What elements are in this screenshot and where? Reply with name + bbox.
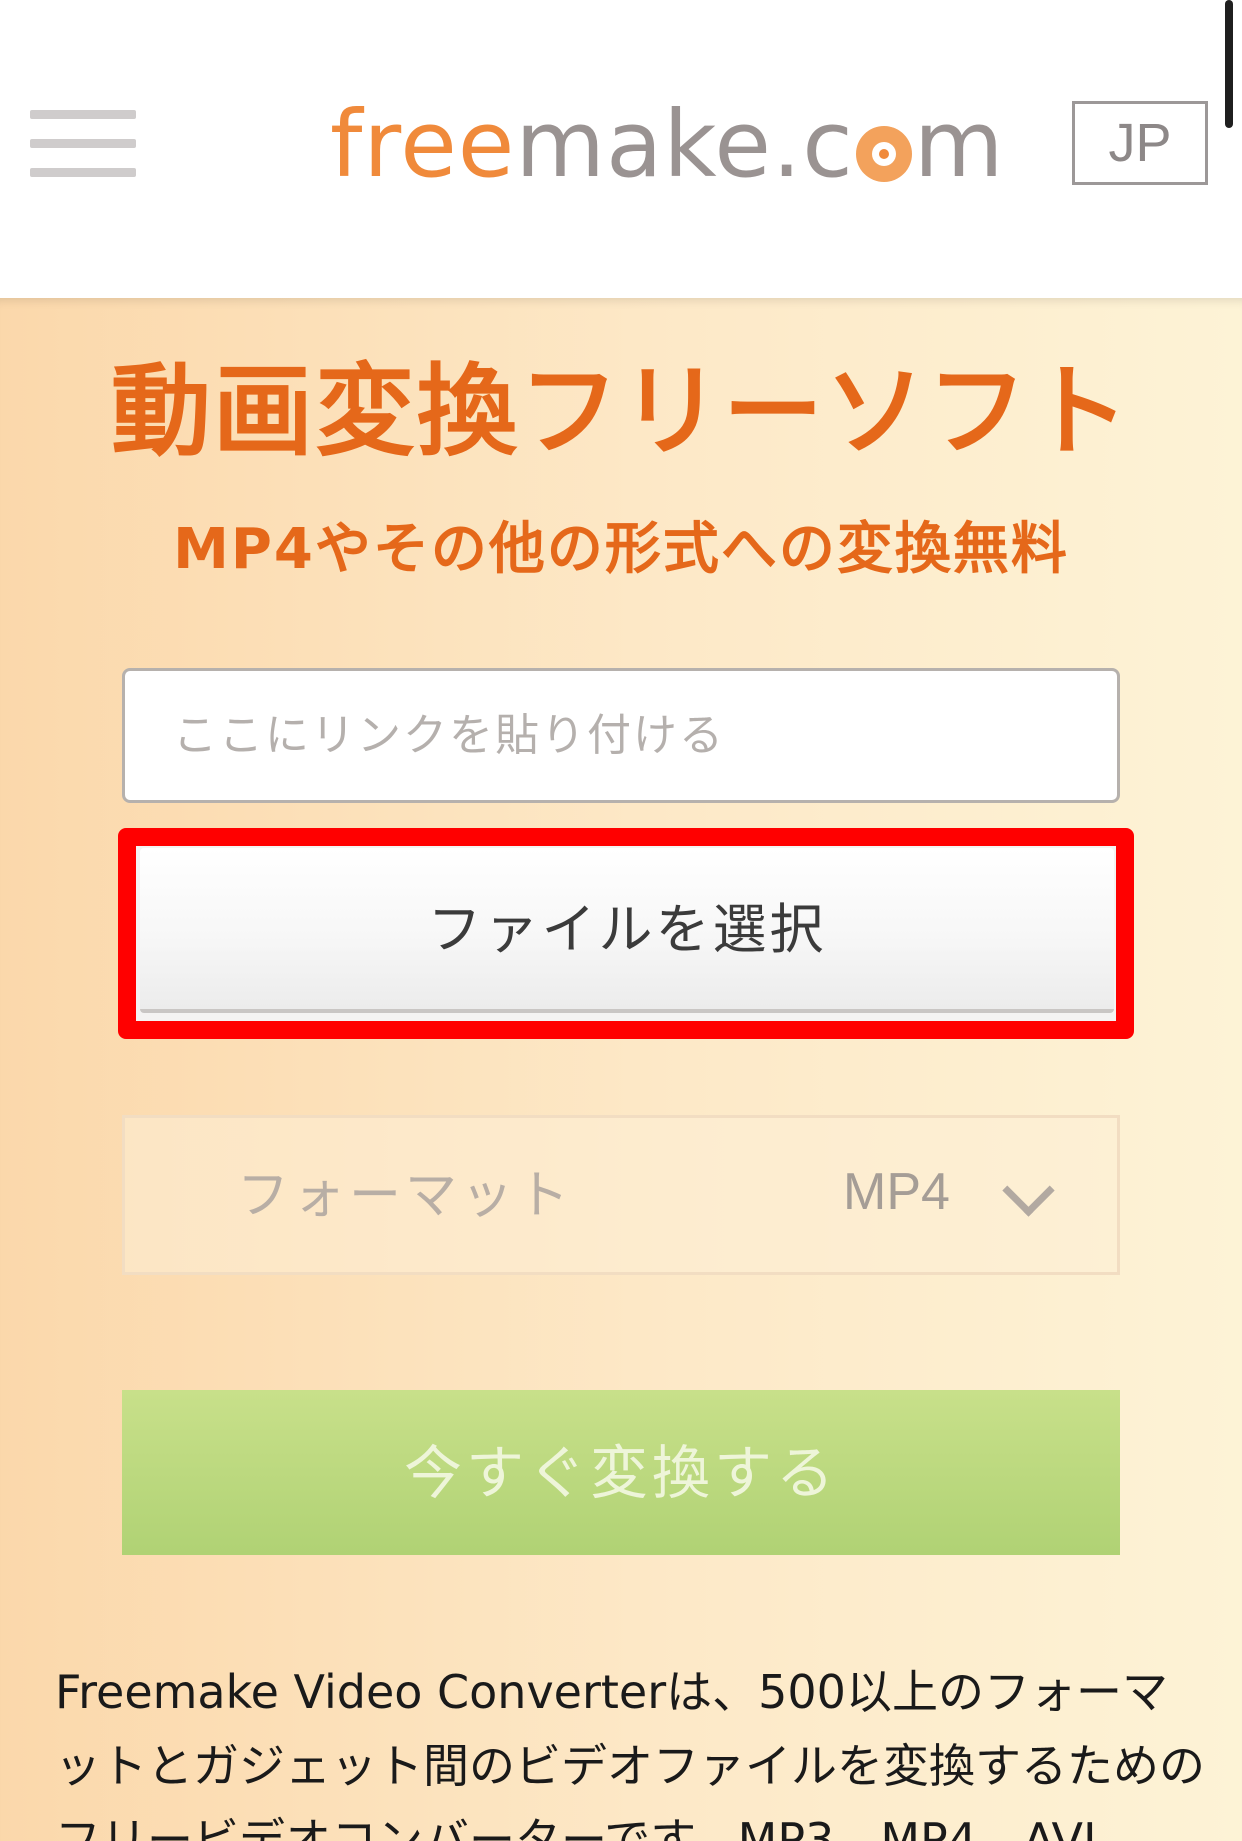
site-header: freemake.c m JP	[0, 0, 1242, 298]
menu-icon-line	[30, 139, 136, 148]
format-selected-value: MP4	[843, 1163, 950, 1221]
language-selector-button[interactable]: JP	[1072, 101, 1208, 185]
chevron-down-icon	[1002, 1164, 1055, 1217]
freemake-logo[interactable]: freemake.c m	[330, 90, 1003, 200]
link-url-input[interactable]	[122, 668, 1120, 803]
logo-text-free: free	[330, 91, 516, 198]
menu-icon[interactable]	[30, 110, 136, 178]
logo-text-domain: .c	[772, 91, 854, 198]
format-label: フォーマット	[237, 1166, 574, 1226]
convert-now-button[interactable]: 今すぐ変換する	[122, 1390, 1120, 1555]
logo-text-make: make	[515, 91, 773, 198]
page-title: 動画変換フリーソフト	[111, 353, 1131, 470]
page-subtitle: MP4やその他の形式への変換無料	[173, 517, 1069, 582]
logo-o-icon	[855, 126, 912, 182]
menu-icon-line	[30, 168, 136, 177]
format-select[interactable]: フォーマット MP4	[122, 1115, 1120, 1275]
choose-file-button[interactable]: ファイルを選択	[140, 848, 1114, 1013]
scroll-indicator[interactable]	[1225, 0, 1233, 128]
logo-text-m: m	[913, 91, 1005, 198]
menu-icon-line	[30, 110, 136, 119]
description-text: Freemake Video Converterは、500以上のフォーマットとガ…	[55, 1665, 1205, 1841]
